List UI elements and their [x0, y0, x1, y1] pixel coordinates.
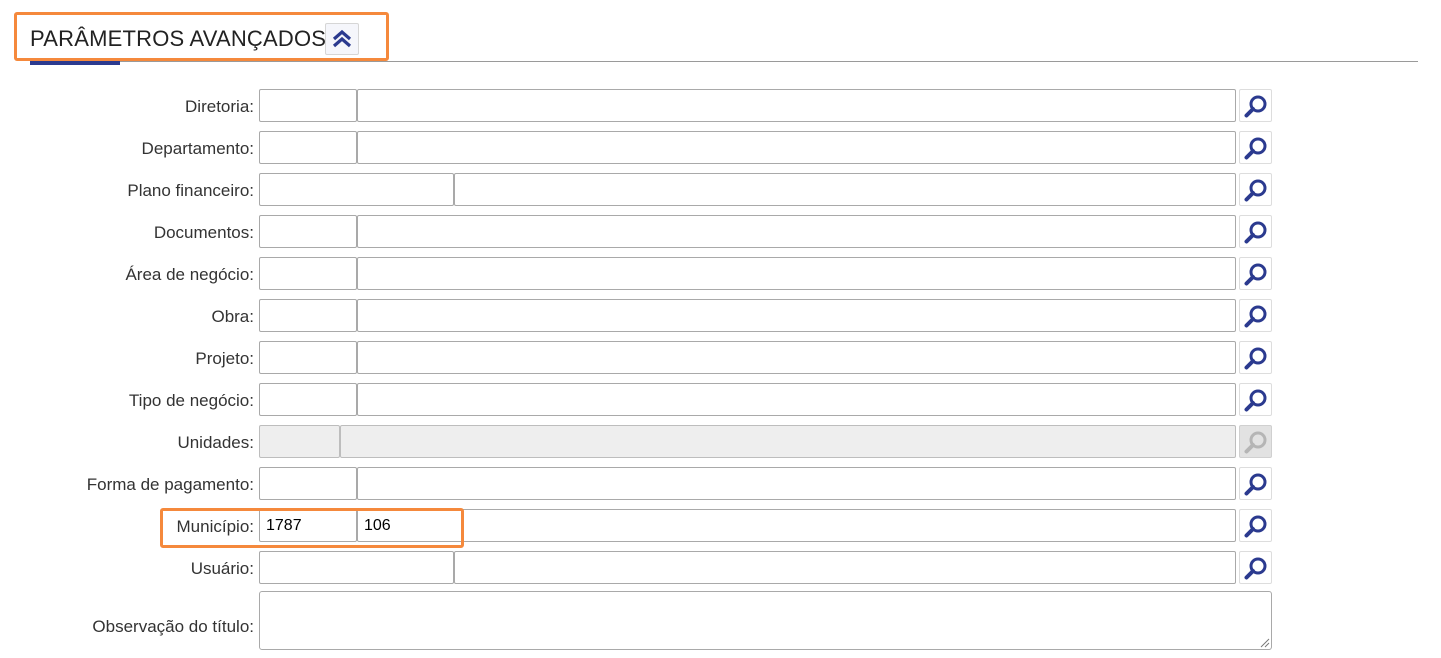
departamento-lookup-button[interactable] — [1239, 131, 1272, 164]
row-diretoria: Diretoria: — [0, 89, 1441, 123]
projeto-description-input[interactable] — [357, 341, 1236, 374]
row-departamento: Departamento: — [0, 131, 1441, 165]
unidades-description-input — [340, 425, 1236, 458]
header-divider — [30, 61, 1418, 62]
observacao-textarea[interactable] — [259, 591, 1272, 650]
section-title: PARÂMETROS AVANÇADOS — [30, 26, 327, 51]
observacao-label: Observação do título: — [92, 617, 254, 636]
plano-financeiro-code-input[interactable] — [259, 173, 454, 206]
tipo-de-negocio-code-input[interactable] — [259, 383, 357, 416]
projeto-code-input[interactable] — [259, 341, 357, 374]
header-accent-bar — [30, 61, 120, 65]
row-forma-de-pagamento: Forma de pagamento: — [0, 467, 1441, 501]
obra-lookup-button[interactable] — [1239, 299, 1272, 332]
area-de-negocio-description-input[interactable] — [357, 257, 1236, 290]
unidades-lookup-button — [1239, 425, 1272, 458]
departamento-label: Departamento: — [141, 139, 254, 158]
search-icon — [1244, 431, 1266, 453]
row-area-de-negocio: Área de negócio: — [0, 257, 1441, 291]
search-icon — [1244, 389, 1266, 411]
section-header: PARÂMETROS AVANÇADOS — [0, 0, 1441, 66]
area-de-negocio-lookup-button[interactable] — [1239, 257, 1272, 290]
projeto-lookup-button[interactable] — [1239, 341, 1272, 374]
search-icon — [1244, 221, 1266, 243]
documentos-lookup-button[interactable] — [1239, 215, 1272, 248]
search-icon — [1244, 263, 1266, 285]
tipo-de-negocio-description-input[interactable] — [357, 383, 1236, 416]
row-obra: Obra: — [0, 299, 1441, 333]
search-icon — [1244, 95, 1266, 117]
search-icon — [1244, 305, 1266, 327]
tipo-de-negocio-label: Tipo de negócio: — [128, 391, 254, 410]
documentos-description-input[interactable] — [357, 215, 1236, 248]
row-unidades: Unidades: — [0, 425, 1441, 459]
municipio-code-input[interactable] — [259, 509, 357, 542]
row-plano-financeiro: Plano financeiro: — [0, 173, 1441, 207]
row-tipo-de-negocio: Tipo de negócio: — [0, 383, 1441, 417]
search-icon — [1244, 347, 1266, 369]
row-projeto: Projeto: — [0, 341, 1441, 375]
plano-financeiro-label: Plano financeiro: — [127, 181, 254, 200]
unidades-label: Unidades: — [177, 433, 254, 452]
row-documentos: Documentos: — [0, 215, 1441, 249]
tipo-de-negocio-lookup-button[interactable] — [1239, 383, 1272, 416]
diretoria-code-input[interactable] — [259, 89, 357, 122]
row-municipio: Município: — [0, 509, 1441, 543]
departamento-description-input[interactable] — [357, 131, 1236, 164]
municipio-label: Município: — [176, 517, 254, 536]
departamento-code-input[interactable] — [259, 131, 357, 164]
plano-financeiro-description-input[interactable] — [454, 173, 1236, 206]
usuario-code-input[interactable] — [259, 551, 454, 584]
municipio-lookup-button[interactable] — [1239, 509, 1272, 542]
plano-financeiro-lookup-button[interactable] — [1239, 173, 1272, 206]
search-icon — [1244, 179, 1266, 201]
diretoria-label: Diretoria: — [185, 97, 254, 116]
search-icon — [1244, 473, 1266, 495]
obra-code-input[interactable] — [259, 299, 357, 332]
forma-de-pagamento-code-input[interactable] — [259, 467, 357, 500]
obra-description-input[interactable] — [357, 299, 1236, 332]
usuario-label: Usuário: — [190, 559, 254, 578]
area-de-negocio-code-input[interactable] — [259, 257, 357, 290]
usuario-description-input[interactable] — [454, 551, 1236, 584]
usuario-lookup-button[interactable] — [1239, 551, 1272, 584]
search-icon — [1244, 515, 1266, 537]
documentos-label: Documentos: — [153, 223, 254, 242]
collapse-section-button[interactable] — [325, 23, 359, 55]
forma-de-pagamento-label: Forma de pagamento: — [86, 475, 254, 494]
projeto-label: Projeto: — [195, 349, 254, 368]
obra-label: Obra: — [211, 307, 254, 326]
unidades-code-input — [259, 425, 340, 458]
documentos-code-input[interactable] — [259, 215, 357, 248]
forma-de-pagamento-description-input[interactable] — [357, 467, 1236, 500]
forma-de-pagamento-lookup-button[interactable] — [1239, 467, 1272, 500]
search-icon — [1244, 137, 1266, 159]
search-icon — [1244, 557, 1266, 579]
row-usuario: Usuário: — [0, 551, 1441, 585]
chevron-double-up-icon — [332, 29, 352, 48]
municipio-description-input[interactable] — [357, 509, 1236, 542]
area-de-negocio-label: Área de negócio: — [125, 265, 254, 284]
diretoria-lookup-button[interactable] — [1239, 89, 1272, 122]
diretoria-description-input[interactable] — [357, 89, 1236, 122]
